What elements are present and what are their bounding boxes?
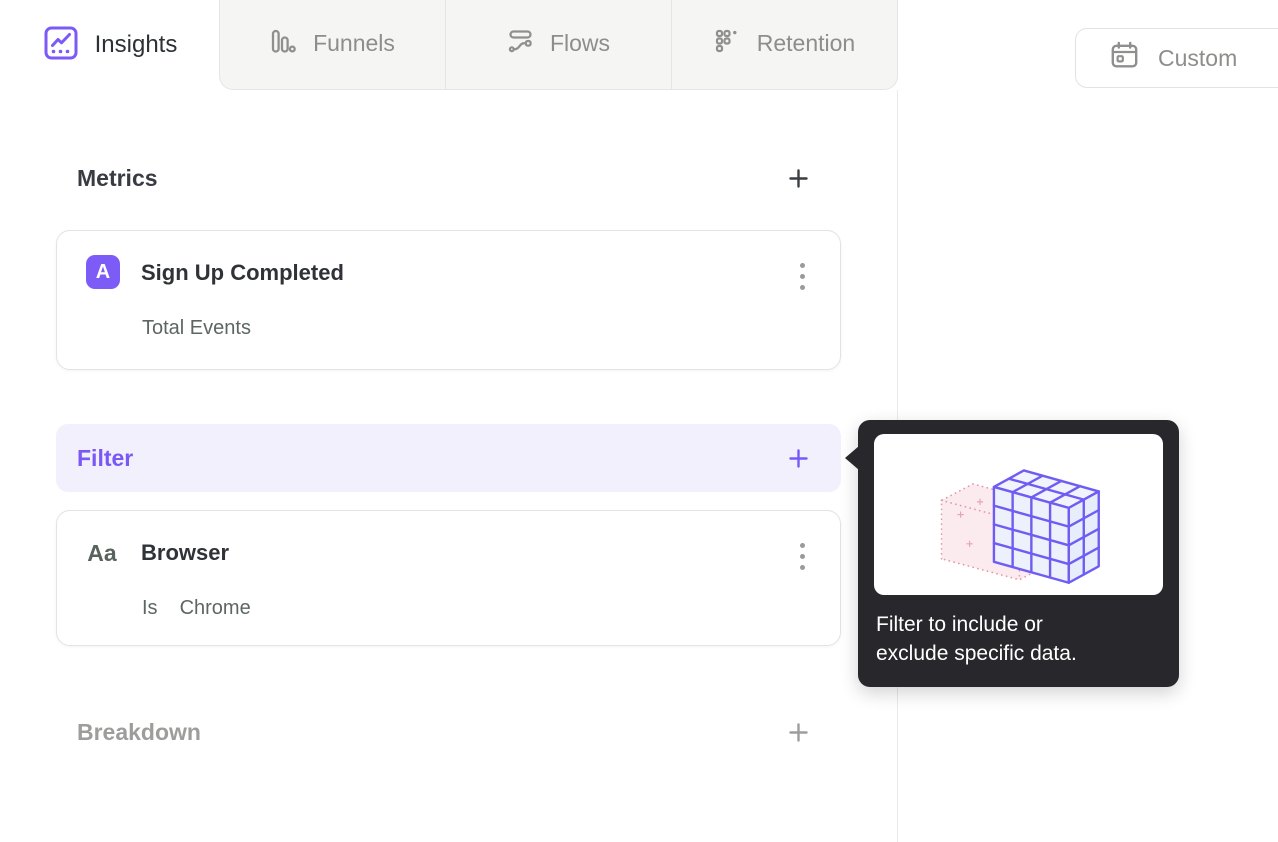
filter-more-options-icon[interactable] [790,539,814,573]
tooltip-caption-line1: Filter to include or [876,613,1043,636]
tooltip-caption: Filter to include or exclude specific da… [876,610,1161,668]
insights-chart-icon [43,25,79,66]
breakdown-heading: Breakdown [77,718,201,745]
metric-measurement[interactable]: Total Events [142,317,251,340]
calendar-icon [1109,40,1140,77]
filter-condition: Is Chrome [142,597,251,620]
filter-property-name: Browser [141,540,230,565]
text-property-icon: Aa [87,539,117,566]
tab-funnels-label: Funnels [313,30,395,56]
inactive-tab-group: Funnels Flows Retention [219,0,898,90]
retention-dots-icon [714,28,741,60]
add-breakdown-button[interactable] [785,719,811,745]
date-range-label: Custom [1158,44,1238,71]
filter-value[interactable]: Chrome [180,597,251,619]
tab-flows-label: Flows [549,30,611,56]
metrics-heading: Metrics [77,164,158,191]
filter-help-tooltip: Filter to include or exclude specific da… [845,420,1179,687]
filter-section-header: Filter [56,424,841,492]
metrics-section-header: Metrics [56,152,841,204]
metric-card[interactable]: A Sign Up Completed Total Events [56,230,841,370]
tab-retention[interactable]: Retention [671,0,897,89]
tab-funnels[interactable]: Funnels [220,0,445,89]
add-filter-button[interactable] [785,445,811,471]
tooltip-caption-line2: exclude specific data. [876,642,1077,665]
metric-event-name: Sign Up Completed [141,260,344,285]
filter-heading: Filter [77,444,134,471]
metric-series-badge: A [86,255,120,289]
filter-operator[interactable]: Is [142,597,158,619]
tooltip-illustration-frame [874,434,1163,595]
add-metric-button[interactable] [785,165,811,191]
metric-more-options-icon[interactable] [790,259,814,293]
filter-cube-illustration [940,468,1100,584]
flows-stream-icon [507,28,534,60]
filter-card[interactable]: Aa Browser Is Chrome [56,510,841,646]
tab-insights-label: Insights [94,31,178,58]
tooltip-arrow [845,446,859,470]
insights-report-builder: Insights Funnels Flows Retention Custom … [0,0,1278,842]
breakdown-section-header: Breakdown [56,706,841,758]
funnels-bars-icon [270,28,297,60]
tab-insights[interactable]: Insights [0,0,220,90]
tab-flows[interactable]: Flows [445,0,671,89]
date-range-custom-button[interactable]: Custom [1075,28,1278,88]
tab-retention-label: Retention [756,30,856,56]
